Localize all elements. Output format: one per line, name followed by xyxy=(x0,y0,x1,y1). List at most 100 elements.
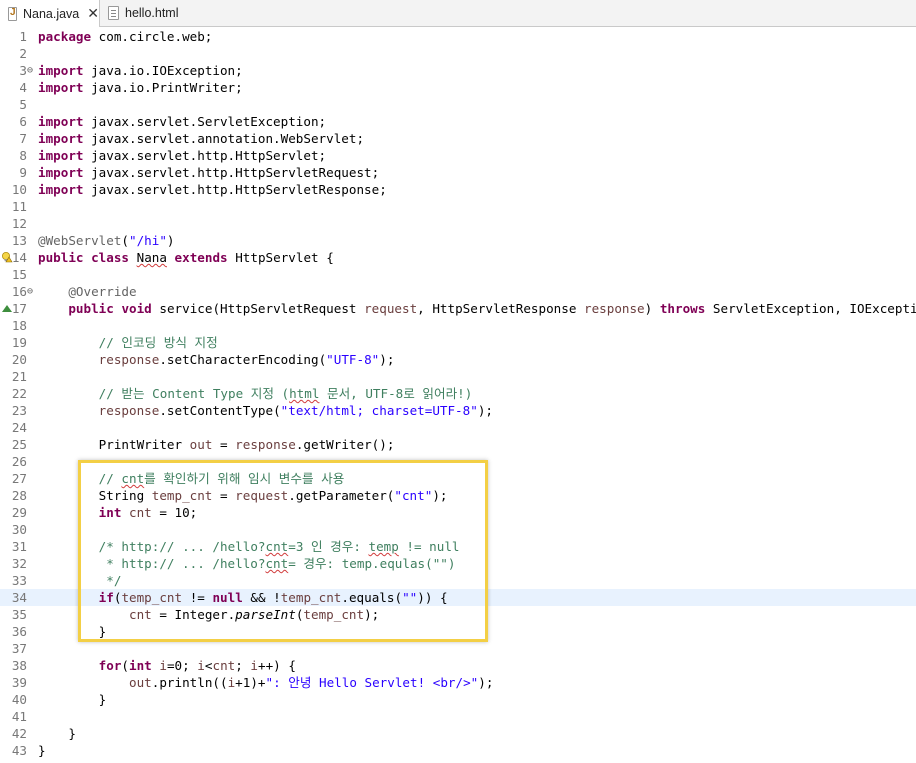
code-line[interactable]: 27 // cnt를 확인하기 위해 임시 변수를 사용 xyxy=(0,470,916,487)
code-line[interactable]: 35 cnt = Integer.parseInt(temp_cnt); xyxy=(0,606,916,623)
line-number: 26 xyxy=(11,454,27,469)
line-number: 28 xyxy=(11,488,27,503)
code-text: } xyxy=(38,624,107,639)
line-number: 36 xyxy=(11,624,27,639)
java-file-icon xyxy=(8,6,17,21)
editor-tab-bar: Nana.java ✕ hello.html xyxy=(0,0,916,27)
code-line[interactable]: 1 package com.circle.web; xyxy=(0,28,916,45)
code-line[interactable]: 20 response.setCharacterEncoding("UTF-8"… xyxy=(0,351,916,368)
line-number: 5 xyxy=(19,97,27,112)
line-number: 43 xyxy=(11,743,27,758)
code-text: // 인코딩 방식 지정 xyxy=(98,335,218,350)
code-line[interactable]: 26 xyxy=(0,453,916,470)
code-line[interactable]: 15 xyxy=(0,266,916,283)
code-line[interactable]: 11 xyxy=(0,198,916,215)
code-line[interactable]: 12 xyxy=(0,215,916,232)
code-line[interactable]: 23 response.setContentType("text/html; c… xyxy=(0,402,916,419)
code-text: public void service(HttpServletRequest r… xyxy=(68,301,916,316)
line-number: 29 xyxy=(11,505,27,520)
code-line[interactable]: 43} xyxy=(0,742,916,759)
line-number: 10 xyxy=(11,182,27,197)
warning-lightbulb-icon[interactable] xyxy=(1,251,13,263)
code-line[interactable]: 4 import java.io.PrintWriter; xyxy=(0,79,916,96)
code-text: import java.io.IOException; xyxy=(38,63,243,78)
code-line[interactable]: 16 @Override xyxy=(0,283,916,300)
line-number: 39 xyxy=(11,675,27,690)
code-line[interactable]: 19 // 인코딩 방식 지정 xyxy=(0,334,916,351)
line-number: 34 xyxy=(11,590,27,605)
code-text: @WebServlet("/hi") xyxy=(38,233,175,248)
code-line[interactable]: 9 import javax.servlet.http.HttpServletRe… xyxy=(0,164,916,181)
code-line[interactable]: 40 } xyxy=(0,691,916,708)
code-line[interactable]: 22 // 받는 Content Type 지정 (html 문서, UTF-8… xyxy=(0,385,916,402)
code-text: * http:// ... /hello?cnt= 경우: temp.equla… xyxy=(38,556,456,571)
code-text: import javax.servlet.http.HttpServlet; xyxy=(38,148,327,163)
fold-toggle-icon[interactable] xyxy=(27,62,37,79)
code-text: response.setContentType("text/html; char… xyxy=(98,403,493,418)
line-number: 22 xyxy=(11,386,27,401)
code-line[interactable]: 39 out.println((i+1)+": 안녕 Hello Servlet… xyxy=(0,674,916,691)
code-line[interactable]: 3 import java.io.IOException; xyxy=(0,62,916,79)
close-icon[interactable]: ✕ xyxy=(87,5,99,22)
tab-label: Nana.java xyxy=(22,6,80,21)
code-text: PrintWriter out = response.getWriter(); xyxy=(38,437,395,452)
code-line[interactable]: 32 * http:// ... /hello?cnt= 경우: temp.eq… xyxy=(0,555,916,572)
code-text: */ xyxy=(38,573,122,588)
code-line[interactable]: 2 xyxy=(0,45,916,62)
code-line[interactable]: 38 for(int i=0; i<cnt; i++) { xyxy=(0,657,916,674)
line-number: 15 xyxy=(11,267,27,282)
code-line[interactable]: 29 int cnt = 10; xyxy=(0,504,916,521)
line-number: 9 xyxy=(19,165,27,180)
line-number: 31 xyxy=(11,539,27,554)
code-line[interactable]: 33 */ xyxy=(0,572,916,589)
code-line[interactable]: 21 xyxy=(0,368,916,385)
code-line[interactable]: 7 import javax.servlet.annotation.WebServ… xyxy=(0,130,916,147)
code-line[interactable]: 17 public void service(HttpServletReques… xyxy=(0,300,916,317)
code-line[interactable]: 36 } xyxy=(0,623,916,640)
line-number: 38 xyxy=(11,658,27,673)
fold-toggle-icon[interactable] xyxy=(27,283,37,300)
code-line[interactable]: 14 public class Nana extends HttpServlet … xyxy=(0,249,916,266)
code-text: // 받는 Content Type 지정 (html 문서, UTF-8로 읽… xyxy=(98,386,473,401)
code-line[interactable]: 6 import javax.servlet.ServletException; xyxy=(0,113,916,130)
code-text: } xyxy=(38,743,46,758)
code-text: import java.io.PrintWriter; xyxy=(38,80,243,95)
code-line[interactable]: 5 xyxy=(0,96,916,113)
code-line[interactable]: 42 } xyxy=(0,725,916,742)
code-text: out.println((i+1)+": 안녕 Hello Servlet! <… xyxy=(129,675,494,690)
code-text: if(temp_cnt != null && !temp_cnt.equals(… xyxy=(98,590,448,605)
code-text: import javax.servlet.annotation.WebServl… xyxy=(38,131,365,146)
override-marker-icon[interactable] xyxy=(1,302,13,314)
code-line[interactable]: 30 xyxy=(0,521,916,538)
code-line[interactable]: 13 @WebServlet("/hi") xyxy=(0,232,916,249)
line-number: 7 xyxy=(19,131,27,146)
code-line[interactable]: 41 xyxy=(0,708,916,725)
code-line[interactable]: 18 xyxy=(0,317,916,334)
code-line[interactable]: 28 String temp_cnt = request.getParamete… xyxy=(0,487,916,504)
code-text: } xyxy=(38,726,76,741)
tab-nana-java[interactable]: Nana.java ✕ xyxy=(0,0,100,27)
line-number: 12 xyxy=(11,216,27,231)
code-text: } xyxy=(38,692,107,707)
line-number: 27 xyxy=(11,471,27,486)
tab-label: hello.html xyxy=(125,6,179,20)
line-number: 30 xyxy=(11,522,27,537)
code-text: public class Nana extends HttpServlet { xyxy=(38,250,334,265)
code-line[interactable]: 25 PrintWriter out = response.getWriter(… xyxy=(0,436,916,453)
line-number: 33 xyxy=(11,573,27,588)
line-number: 20 xyxy=(11,352,27,367)
line-number: 37 xyxy=(11,641,27,656)
code-text: // cnt를 확인하기 위해 임시 변수를 사용 xyxy=(98,471,345,486)
code-text: import javax.servlet.http.HttpServletReq… xyxy=(38,165,380,180)
line-number: 2 xyxy=(19,46,27,61)
code-line[interactable]: 8 import javax.servlet.http.HttpServlet; xyxy=(0,147,916,164)
code-text: String temp_cnt = request.getParameter("… xyxy=(38,488,448,503)
line-number: 3 xyxy=(19,63,27,78)
code-text: @Override xyxy=(68,284,137,299)
code-line[interactable]: 24 xyxy=(0,419,916,436)
code-line[interactable]: 31 /* http:// ... /hello?cnt=3 인 경우: tem… xyxy=(0,538,916,555)
code-line[interactable]: 10 import javax.servlet.http.HttpServletR… xyxy=(0,181,916,198)
code-line[interactable]: 37 xyxy=(0,640,916,657)
code-line[interactable]: 34 if(temp_cnt != null && !temp_cnt.equa… xyxy=(0,589,916,606)
tab-hello-html[interactable]: hello.html xyxy=(100,0,196,26)
